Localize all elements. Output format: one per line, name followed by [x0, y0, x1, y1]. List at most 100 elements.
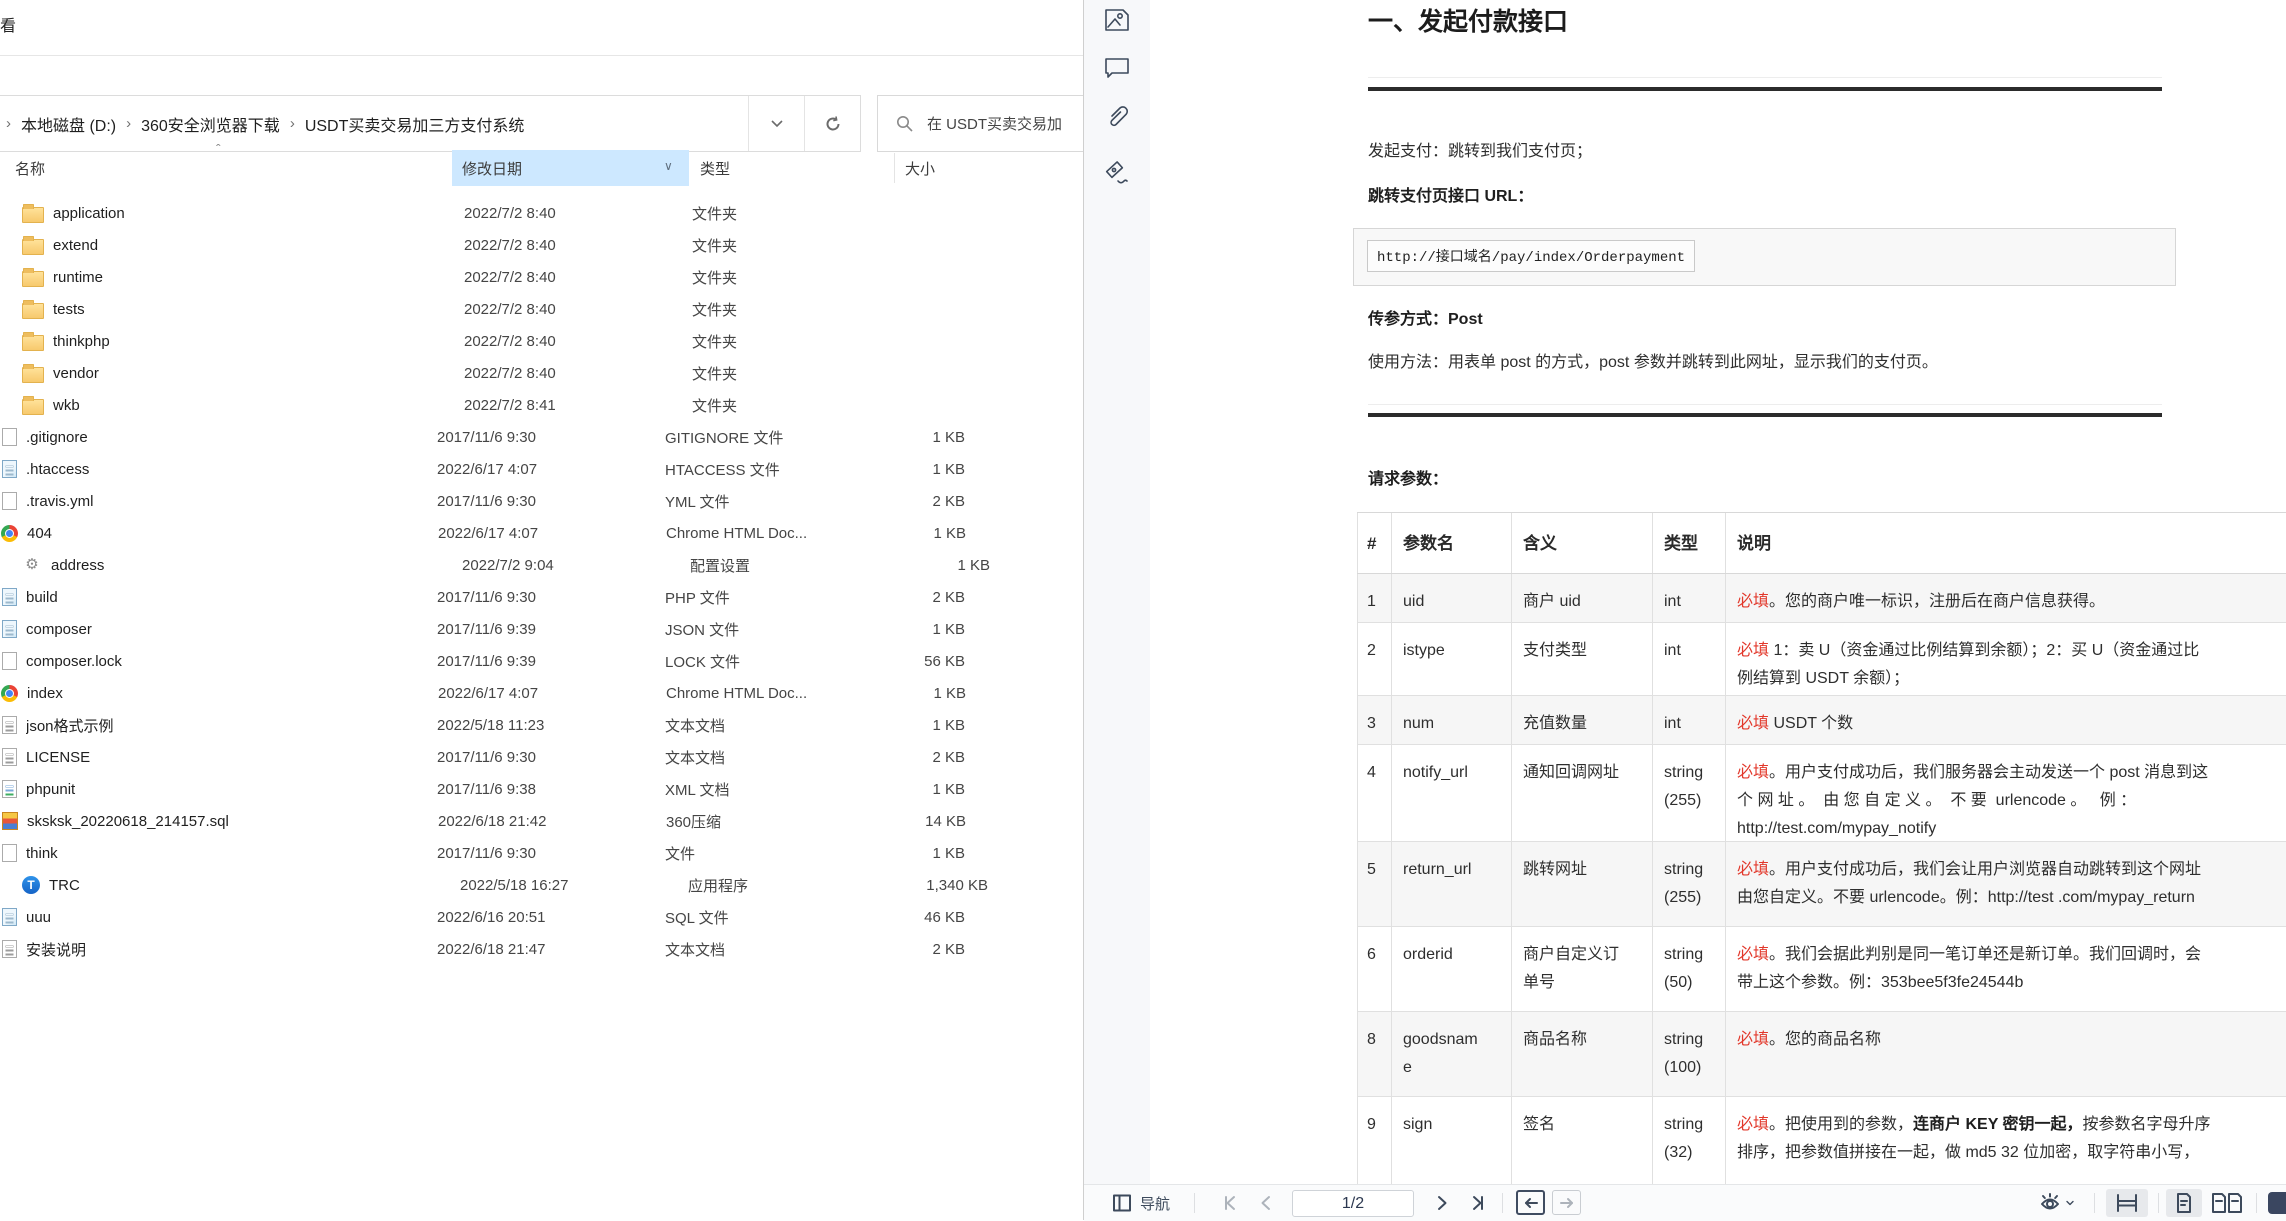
next-page-button[interactable]	[1430, 1192, 1452, 1214]
file-name: .travis.yml	[26, 492, 94, 510]
params-table-cell: 必填。把使用到的参数，连商户 KEY 密钥一起，按参数名字母升序 排序，把参数值拼…	[1725, 1097, 2286, 1184]
file-row[interactable]: .gitignore 2017/11/6 9:30 GITIGNORE 文件 1 KB	[0, 421, 1083, 453]
file-type: 文件夹	[692, 333, 738, 351]
file-row[interactable]: vendor 2022/7/2 8:40 文件夹	[0, 357, 1083, 389]
prev-page-button[interactable]	[1256, 1192, 1278, 1214]
file-row[interactable]: build 2017/11/6 9:30 PHP 文件 2 KB	[0, 581, 1083, 613]
first-page-icon	[1225, 1196, 1235, 1210]
params-table-cell: string (255)	[1652, 745, 1725, 841]
eye-protect-button[interactable]	[2036, 1190, 2076, 1216]
two-page-button[interactable]	[2206, 1189, 2248, 1217]
txt-icon	[2, 716, 17, 734]
file-size: 1 KB	[932, 716, 965, 734]
file-row[interactable]: tests 2022/7/2 8:40 文件夹	[0, 293, 1083, 325]
refresh-button[interactable]	[804, 96, 860, 151]
file-row[interactable]: .htaccess 2022/6/17 4:07 HTACCESS 文件 1 KB	[0, 453, 1083, 485]
file-row[interactable]: phpunit 2017/11/6 9:38 XML 文档 1 KB	[0, 773, 1083, 805]
file-row[interactable]: 404 2022/6/17 4:07 Chrome HTML Doc... 1 KB	[0, 517, 1083, 549]
file-row[interactable]: think 2017/11/6 9:30 文件 1 KB	[0, 837, 1083, 869]
toolbar-divider	[1194, 1193, 1195, 1213]
column-header-size[interactable]: 大小	[905, 158, 935, 179]
attachment-button[interactable]	[1101, 101, 1133, 133]
doc-paragraph: 发起支付：跳转到我们支付页；	[1368, 143, 1593, 160]
params-table-cell: notify_url	[1391, 745, 1511, 841]
doc-icon	[2, 844, 17, 862]
file-name: wkb	[53, 396, 80, 414]
address-dropdown-button[interactable]	[748, 96, 804, 151]
breadcrumb-item-drive[interactable]: 本地磁盘 (D:)	[15, 112, 122, 136]
zoom-control-partial[interactable]	[2268, 1192, 2286, 1214]
file-size: 1 KB	[933, 524, 966, 542]
page-indicator-input[interactable]: 1/2	[1292, 1190, 1414, 1217]
params-table-cell: 2	[1357, 623, 1391, 695]
single-page-icon	[2177, 1193, 2191, 1213]
file-type: LOCK 文件	[665, 653, 741, 671]
file-date: 2022/6/16 20:51	[437, 908, 546, 926]
single-page-button[interactable]	[2166, 1189, 2202, 1217]
file-size: 1 KB	[932, 844, 965, 862]
file-name: uuu	[26, 908, 52, 926]
params-table: # 参数名 含义 类型 说明 1 uid 商户 uid int 必填。您的商户唯一标识，注册后在商…	[1357, 512, 2286, 1184]
params-table-cell: num	[1391, 696, 1511, 744]
file-name: .htaccess	[26, 460, 90, 478]
file-name: .gitignore	[26, 428, 88, 446]
doc-icon	[2, 652, 17, 670]
file-row[interactable]: thinkphp 2022/7/2 8:40 文件夹	[0, 325, 1083, 357]
file-row[interactable]: json格式示例 2022/5/18 11:23 文本文档 1 KB	[0, 709, 1083, 741]
address-bar[interactable]: › 本地磁盘 (D:) › 360安全浏览器下载 › USDT买卖交易加三方支付…	[0, 95, 861, 152]
breadcrumb-item-folder[interactable]: USDT买卖交易加三方支付系统	[299, 112, 531, 136]
column-header-type[interactable]: 类型	[700, 158, 730, 179]
rule-thin	[1368, 404, 2162, 405]
pdf-bottom-toolbar: 导航 1/2	[1084, 1184, 2286, 1221]
file-row[interactable]: T TRC 2022/5/18 16:27 应用程序 1,340 KB	[0, 869, 1083, 901]
ribbon-tab-partial[interactable]: 看	[0, 12, 16, 36]
file-row[interactable]: application 2022/7/2 8:40 文件夹	[0, 197, 1083, 229]
file-date: 2017/11/6 9:38	[437, 780, 536, 798]
forward-view-button[interactable]	[1552, 1190, 1581, 1215]
file-row[interactable]: uuu 2022/6/16 20:51 SQL 文件 46 KB	[0, 901, 1083, 933]
last-page-button[interactable]	[1466, 1192, 1488, 1214]
file-type: YML 文件	[665, 493, 730, 511]
file-row[interactable]: 安装说明 2022/6/18 21:47 文本文档 2 KB	[0, 933, 1083, 965]
file-row[interactable]: extend 2022/7/2 8:40 文件夹	[0, 229, 1083, 261]
folder-icon	[22, 363, 44, 383]
refresh-icon	[826, 115, 839, 130]
signature-button[interactable]	[1101, 156, 1133, 188]
file-row[interactable]: sksksk_20220618_214157.sql 2022/6/18 21:4…	[0, 805, 1083, 837]
column-header-name[interactable]: 名称	[15, 158, 45, 179]
params-table-row: 9 sign 签名 string (32) 必填。把使用到的参数，连商户 KEY 密钥一起…	[1357, 1097, 2286, 1184]
file-row[interactable]: index 2022/6/17 4:07 Chrome HTML Doc... 1 K…	[0, 677, 1083, 709]
search-input[interactable]: 在 USDT买卖交易加	[877, 95, 1085, 152]
params-table-header-cell: #	[1357, 513, 1391, 573]
fit-width-button[interactable]	[2106, 1189, 2148, 1217]
nav-panel-icon	[1113, 1194, 1131, 1212]
file-date: 2017/11/6 9:39	[437, 620, 536, 638]
file-row[interactable]: composer 2017/11/6 9:39 JSON 文件 1 KB	[0, 613, 1083, 645]
file-type: SQL 文件	[665, 909, 729, 927]
first-page-button[interactable]	[1220, 1192, 1242, 1214]
back-view-button[interactable]	[1516, 1190, 1545, 1215]
chevron-down-icon	[2066, 1200, 2074, 1206]
file-date: 2022/6/18 21:47	[437, 940, 546, 958]
file-row[interactable]: LICENSE 2017/11/6 9:30 文本文档 2 KB	[0, 741, 1083, 773]
column-divider	[894, 153, 895, 183]
comment-button[interactable]	[1101, 52, 1133, 84]
params-table-cell: int	[1652, 574, 1725, 622]
breadcrumb-item-downloads[interactable]: 360安全浏览器下载	[135, 112, 286, 136]
file-row[interactable]: runtime 2022/7/2 8:40 文件夹	[0, 261, 1083, 293]
file-row[interactable]: ⚙ address 2022/7/2 9:04 配置设置 1 KB	[0, 549, 1083, 581]
rule-thick	[1368, 413, 2162, 417]
image-annotation-button[interactable]	[1101, 4, 1133, 36]
file-row[interactable]: wkb 2022/7/2 8:41 文件夹	[0, 389, 1083, 421]
filter-chevron-icon[interactable]: ∨	[664, 159, 673, 173]
file-row[interactable]: composer.lock 2017/11/6 9:39 LOCK 文件 56 KB	[0, 645, 1083, 677]
eye-protect-icon	[2041, 1193, 2059, 1210]
nav-label[interactable]: 导航	[1140, 1193, 1170, 1214]
column-header-date[interactable]: 修改日期	[462, 158, 522, 179]
params-table-cell: 必填 USDT 个数	[1725, 696, 2286, 744]
file-size: 1 KB	[932, 428, 965, 446]
file-row[interactable]: .travis.yml 2017/11/6 9:30 YML 文件 2 KB	[0, 485, 1083, 517]
file-date: 2022/7/2 8:40	[464, 332, 556, 350]
file-size: 1,340 KB	[926, 876, 988, 894]
nav-panel-button[interactable]	[1110, 1191, 1134, 1215]
